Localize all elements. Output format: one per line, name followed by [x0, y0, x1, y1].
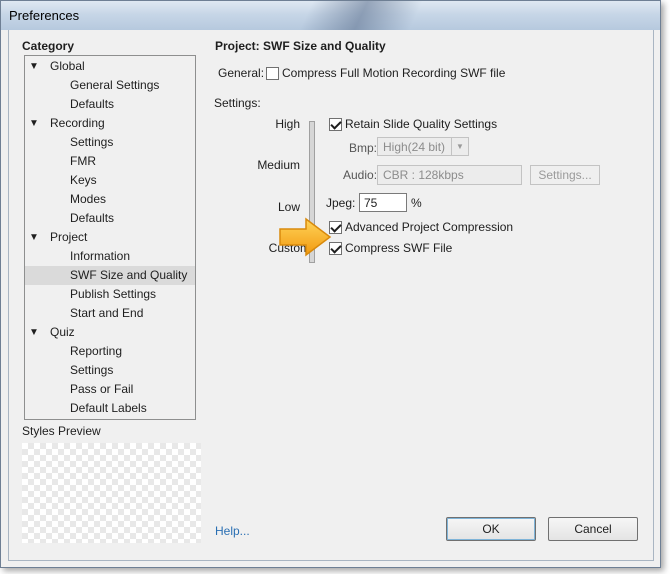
tree-item[interactable]: General Settings	[25, 76, 195, 95]
help-link[interactable]: Help...	[215, 524, 250, 538]
tree-item[interactable]: Default Labels	[25, 399, 195, 418]
bmp-select[interactable]: High(24 bit) ▼	[377, 137, 469, 156]
tree-group-recording[interactable]: ▼ Recording	[25, 114, 195, 133]
tree-item-label: Recording	[50, 116, 105, 130]
tree-item-label: Pass or Fail	[70, 382, 134, 396]
jpeg-unit: %	[411, 196, 422, 210]
expand-arrow-icon[interactable]: ▼	[29, 57, 39, 76]
tree-group-global[interactable]: ▼ Global	[25, 57, 195, 76]
tree-item-label: Settings	[70, 135, 114, 149]
title-bar[interactable]: Preferences	[1, 1, 660, 30]
cancel-button[interactable]: Cancel	[548, 517, 638, 541]
category-heading: Category	[22, 39, 75, 53]
jpeg-quality-value: 75	[364, 196, 378, 210]
tree-item-label: Defaults	[70, 211, 115, 225]
jpeg-label: Jpeg:	[326, 196, 356, 210]
tree-item[interactable]: Pass or Fail	[25, 380, 195, 399]
tree-item-label: Publish Settings	[70, 287, 157, 301]
expand-arrow-icon[interactable]: ▼	[29, 228, 39, 247]
expand-arrow-icon[interactable]: ▼	[29, 114, 39, 133]
tree-item-label: Settings	[70, 363, 114, 377]
compress-swf-label[interactable]: Compress SWF File	[345, 241, 452, 255]
slider-label-low[interactable]: Low	[278, 200, 300, 214]
bmp-select-value: High(24 bit)	[383, 140, 446, 154]
tree-item-label: SWF Size and Quality	[70, 268, 188, 282]
tree-item[interactable]: Settings	[25, 133, 195, 152]
tree-item-label: Quiz	[50, 325, 75, 339]
general-label: General:	[218, 66, 265, 80]
preferences-dialog: Preferences Category ▼ Global General Sett…	[0, 0, 661, 568]
advanced-compression-label[interactable]: Advanced Project Compression	[345, 220, 513, 234]
tree-item[interactable]: Keys	[25, 171, 195, 190]
window-title: Preferences	[9, 8, 80, 23]
tree-item[interactable]: Defaults	[25, 95, 195, 114]
tree-item-label: Default Labels	[70, 401, 147, 415]
tree-item[interactable]: Information	[25, 247, 195, 266]
tree-item[interactable]: FMR	[25, 152, 195, 171]
tree-item[interactable]: Modes	[25, 190, 195, 209]
expand-arrow-icon[interactable]: ▼	[29, 323, 39, 342]
retain-quality-label[interactable]: Retain Slide Quality Settings	[345, 117, 497, 131]
audio-label: Audio:	[343, 168, 378, 182]
tree-item-label: FMR	[70, 154, 96, 168]
bmp-label: Bmp:	[349, 141, 378, 155]
styles-preview-label: Styles Preview	[22, 424, 101, 438]
tree-group-quiz[interactable]: ▼ Quiz	[25, 323, 195, 342]
ok-button[interactable]: OK	[446, 517, 536, 541]
audio-settings-button[interactable]: Settings...	[530, 165, 600, 185]
audio-field[interactable]: CBR : 128kbps	[377, 165, 522, 185]
category-tree[interactable]: ▼ Global General Settings Defaults ▼ Recordin…	[24, 55, 196, 420]
audio-value: CBR : 128kbps	[383, 168, 464, 182]
tree-item-label: Information	[70, 249, 131, 263]
tree-item[interactable]: Publish Settings	[25, 285, 195, 304]
dialog-body: Category ▼ Global General Settings Defaults…	[8, 30, 654, 561]
compress-fmr-label[interactable]: Compress Full Motion Recording SWF file	[282, 66, 505, 80]
settings-label: Settings:	[214, 96, 261, 110]
title-bar-decoration	[281, 1, 441, 30]
retain-quality-checkbox[interactable]	[329, 118, 342, 131]
tree-item-label: Global	[50, 59, 85, 73]
styles-preview	[22, 443, 201, 543]
slider-label-medium[interactable]: Medium	[257, 158, 300, 172]
compress-fmr-checkbox[interactable]	[266, 67, 279, 80]
tree-item[interactable]: SWF Size and Quality	[25, 266, 195, 285]
tree-item[interactable]: Defaults	[25, 209, 195, 228]
tree-item[interactable]: Settings	[25, 361, 195, 380]
tree-item-label: Modes	[70, 192, 107, 206]
tree-item-label: Start and End	[70, 306, 144, 320]
tree-item[interactable]: Reporting	[25, 342, 195, 361]
tree-group-project[interactable]: ▼ Project	[25, 228, 195, 247]
panel-title: Project: SWF Size and Quality	[215, 39, 386, 53]
chevron-down-icon: ▼	[451, 138, 468, 155]
slider-label-high[interactable]: High	[275, 117, 300, 131]
arrow-right-icon	[279, 217, 332, 257]
tree-item-label: Reporting	[70, 344, 123, 358]
tree-item-label: Keys	[70, 173, 97, 187]
tree-item-label: Project	[50, 230, 88, 244]
tree-item-label: General Settings	[70, 78, 160, 92]
tree-item[interactable]: Start and End	[25, 304, 195, 323]
jpeg-quality-input[interactable]: 75	[359, 193, 407, 212]
tree-item-label: Defaults	[70, 97, 115, 111]
